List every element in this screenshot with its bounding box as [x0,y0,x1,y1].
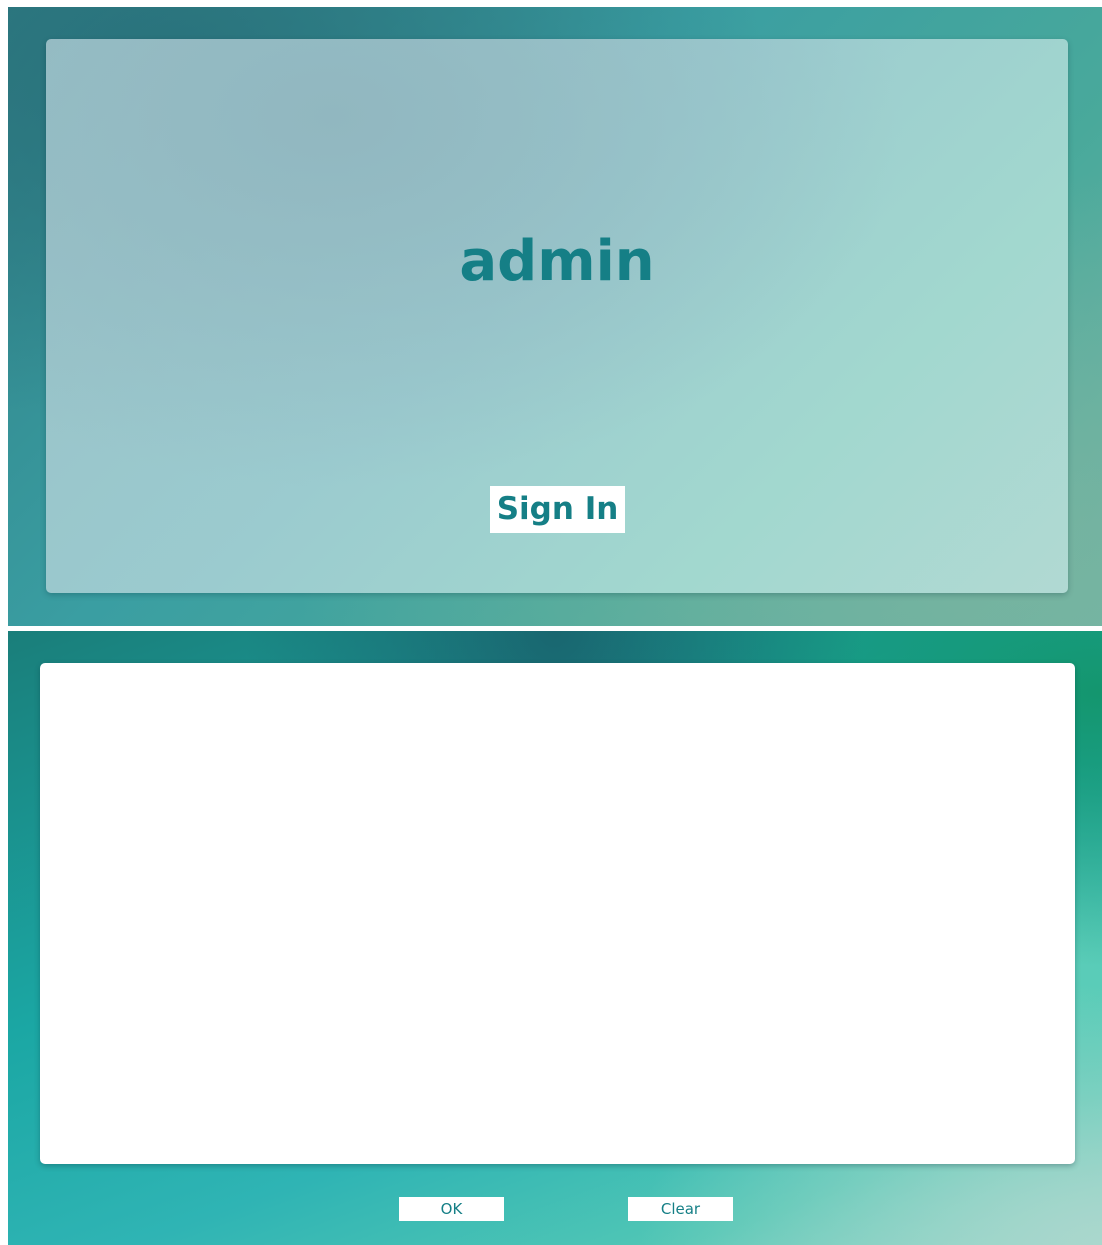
signature-screen: OK Clear [8,631,1102,1245]
signin-screen: admin Sign In [8,7,1102,626]
signature-pad-canvas[interactable] [40,663,1075,1164]
clear-button[interactable]: Clear [628,1197,733,1221]
user-tile-card: admin Sign In [46,39,1068,593]
sign-in-button[interactable]: Sign In [490,486,625,533]
user-name-title: admin [459,229,655,294]
ok-button[interactable]: OK [399,1197,504,1221]
